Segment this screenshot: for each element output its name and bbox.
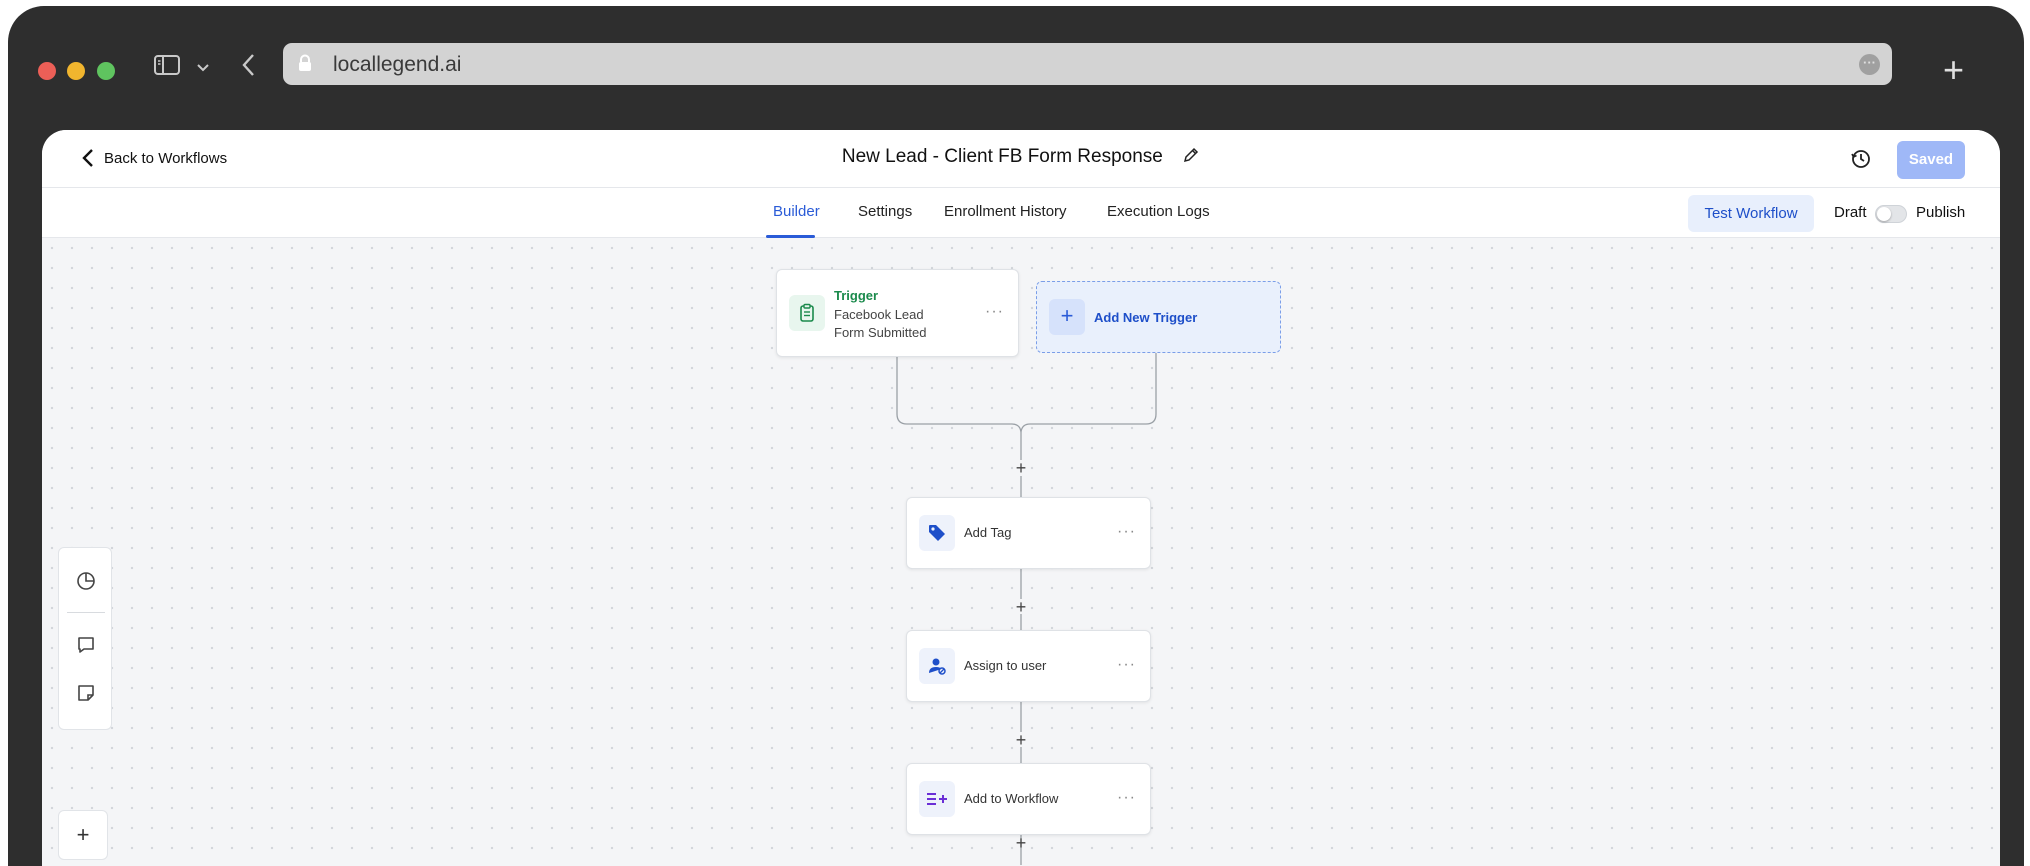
toggle-knob [1877, 207, 1891, 221]
tag-icon [919, 515, 955, 551]
tab-builder[interactable]: Builder [773, 203, 820, 220]
workflow-app: Back to Workflows New Lead - Client FB F… [42, 130, 2000, 866]
user-assign-icon [919, 648, 955, 684]
add-new-trigger-label: Add New Trigger [1094, 310, 1198, 325]
back-arrow-icon[interactable] [240, 52, 256, 83]
add-new-trigger-button[interactable]: + Add New Trigger [1036, 281, 1281, 353]
sidebar-toggle-icon[interactable] [153, 53, 181, 82]
action-node-add-tag[interactable]: Add Tag ··· [906, 497, 1151, 569]
action-node-assign-to-user[interactable]: Assign to user ··· [906, 630, 1151, 702]
url-text: locallegend.ai [333, 53, 462, 76]
publish-toggle[interactable] [1875, 205, 1907, 223]
plus-icon: + [1049, 299, 1085, 335]
saved-button[interactable]: Saved [1897, 141, 1965, 179]
tab-execution-logs[interactable]: Execution Logs [1107, 203, 1210, 220]
more-options-icon[interactable]: ··· [1117, 523, 1136, 541]
page-options-icon[interactable]: ··· [1859, 54, 1880, 75]
more-options-icon[interactable]: ··· [985, 303, 1004, 321]
divider [67, 612, 105, 613]
action-label: Assign to user [964, 658, 1047, 673]
tab-enrollment-history[interactable]: Enrollment History [944, 203, 1067, 220]
close-window-button[interactable] [38, 62, 56, 80]
workflow-tabs-bar: Builder Settings Enrollment History Exec… [42, 188, 2000, 238]
comment-icon[interactable] [75, 634, 97, 661]
trigger-subtitle: Facebook Lead Form Submitted [834, 307, 927, 340]
zoom-in-button[interactable]: + [58, 810, 108, 860]
clipboard-icon [789, 295, 825, 331]
add-step-button[interactable]: + [1012, 731, 1030, 749]
add-workflow-icon [919, 781, 955, 817]
tab-settings[interactable]: Settings [858, 203, 912, 220]
more-options-icon[interactable]: ··· [1117, 789, 1136, 807]
page-title: New Lead - Client FB Form Response [841, 146, 1163, 167]
stats-icon[interactable] [75, 570, 97, 597]
add-step-button[interactable]: + [1012, 459, 1030, 477]
address-bar[interactable]: locallegend.ai ··· [283, 43, 1892, 85]
canvas-tools-panel [58, 547, 112, 730]
action-node-add-to-workflow[interactable]: Add to Workflow ··· [906, 763, 1151, 835]
minimize-window-button[interactable] [67, 62, 85, 80]
add-step-button[interactable]: + [1012, 834, 1030, 852]
pencil-icon[interactable] [1182, 146, 1200, 170]
sticky-note-icon[interactable] [75, 682, 97, 709]
trigger-title: Trigger [834, 288, 879, 303]
lock-icon [298, 54, 312, 77]
workflow-title-row: New Lead - Client FB Form Response [42, 146, 2000, 170]
workflow-canvas[interactable]: Trigger Facebook Lead Form Submitted ···… [42, 238, 2000, 866]
more-options-icon[interactable]: ··· [1117, 656, 1136, 674]
draft-label: Draft [1834, 204, 1867, 221]
maximize-window-button[interactable] [97, 62, 115, 80]
app-header: Back to Workflows New Lead - Client FB F… [42, 130, 2000, 188]
test-workflow-button[interactable]: Test Workflow [1688, 195, 1814, 232]
chevron-down-icon[interactable] [196, 60, 210, 78]
action-label: Add Tag [964, 525, 1012, 540]
action-label: Add to Workflow [964, 791, 1059, 806]
history-icon[interactable] [1850, 148, 1872, 175]
publish-label: Publish [1916, 204, 1966, 221]
new-tab-button[interactable]: + [1943, 52, 1964, 88]
add-step-button[interactable]: + [1012, 598, 1030, 616]
browser-window: locallegend.ai ··· + Back to Workflows N… [8, 6, 2024, 866]
trigger-node[interactable]: Trigger Facebook Lead Form Submitted ··· [776, 269, 1019, 357]
